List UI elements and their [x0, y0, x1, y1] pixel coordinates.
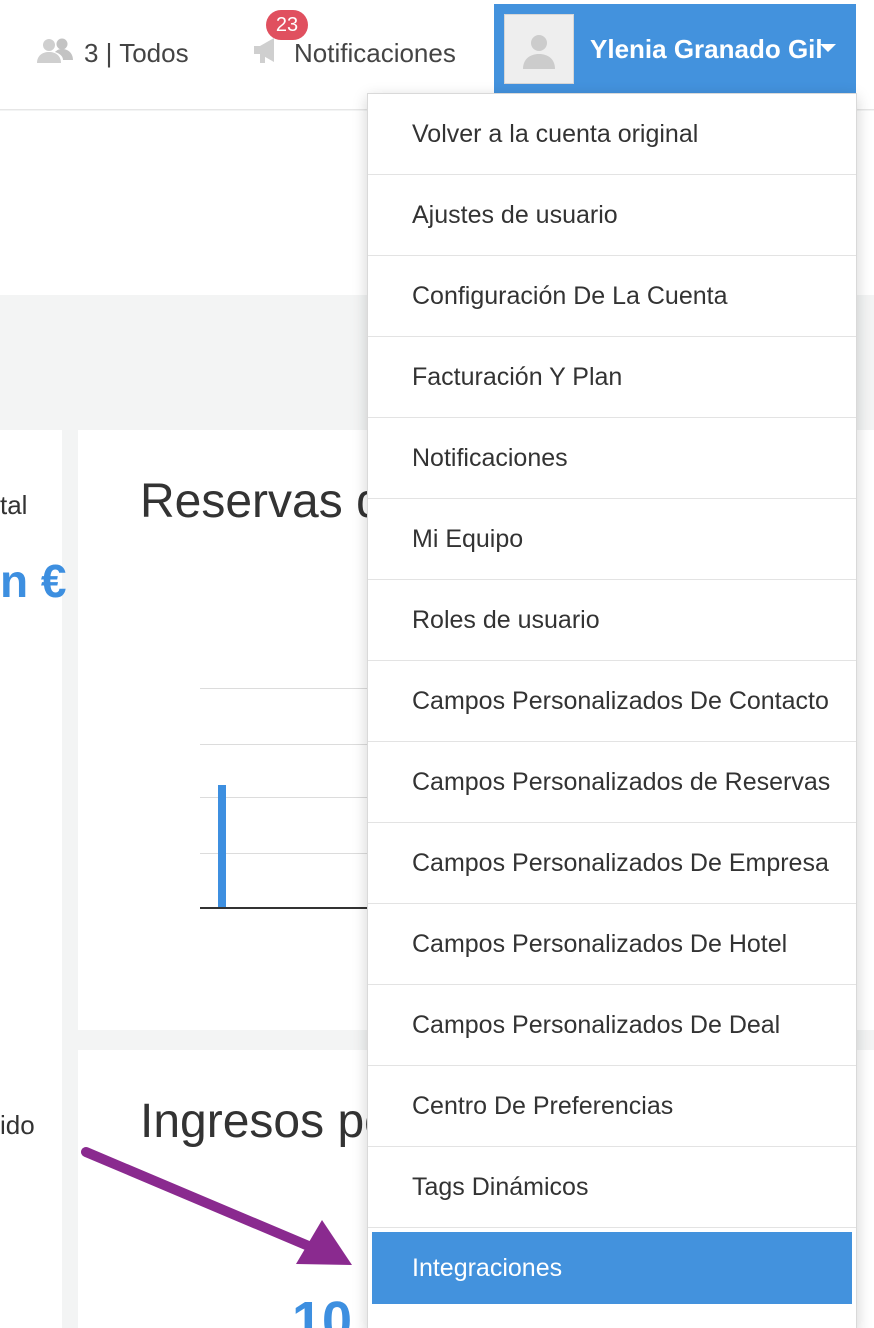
users-icon — [36, 36, 74, 71]
chart-bar — [218, 785, 226, 908]
menu-item-campos-personalizados-de-deal[interactable]: Campos Personalizados De Deal — [368, 985, 856, 1066]
menu-item-facturacion-y-plan[interactable]: Facturación Y Plan — [368, 337, 856, 418]
chart-x-axis — [200, 907, 370, 909]
megaphone-icon — [252, 36, 282, 71]
left-card-label: tal — [0, 490, 28, 520]
caret-down-icon — [820, 44, 836, 52]
user-menu-button[interactable]: Ylenia Granado Gil — [494, 4, 856, 94]
notifications-link[interactable]: Notificaciones — [252, 36, 456, 71]
menu-item-tags-dinamicos[interactable]: Tags Dinámicos — [368, 1147, 856, 1228]
menu-item-mi-equipo[interactable]: Mi Equipo — [368, 499, 856, 580]
menu-item-configuracion-de-la-cuenta[interactable]: Configuración De La Cuenta — [368, 256, 856, 337]
menu-item-ajustes-de-usuario[interactable]: Ajustes de usuario — [368, 175, 856, 256]
menu-item-campos-personalizados-de-empresa[interactable]: Campos Personalizados De Empresa — [368, 823, 856, 904]
menu-item-centro-de-preferencias[interactable]: Centro De Preferencias — [368, 1066, 856, 1147]
notifications-label: Notificaciones — [294, 37, 456, 68]
menu-item-notificaciones[interactable]: Notificaciones — [368, 418, 856, 499]
users-selector[interactable]: 3 | Todos — [36, 38, 189, 68]
chart-gridline — [200, 688, 370, 689]
revenue-card-value: 10 — [292, 1291, 353, 1328]
user-dropdown-menu: Volver a la cuenta original Ajustes de us… — [367, 93, 857, 1328]
bookings-card-title: Reservas d — [140, 475, 383, 528]
menu-item-integraciones[interactable]: Integraciones — [372, 1232, 852, 1304]
user-avatar-icon — [504, 14, 574, 84]
notifications-count-badge: 23 — [266, 10, 308, 40]
menu-item-campos-personalizados-de-hotel[interactable]: Campos Personalizados De Hotel — [368, 904, 856, 985]
left-card-value: n € — [0, 555, 67, 607]
chart-gridline — [200, 744, 370, 745]
users-label: 3 | Todos — [84, 37, 189, 68]
user-name: Ylenia Granado Gil — [590, 33, 823, 64]
menu-item-campos-personalizados-de-reservas[interactable]: Campos Personalizados de Reservas — [368, 742, 856, 823]
menu-item-campos-personalizados-de-contacto[interactable]: Campos Personalizados De Contacto — [368, 661, 856, 742]
annotation-arrow-icon — [81, 1147, 352, 1265]
menu-item-volver-a-la-cuenta-original[interactable]: Volver a la cuenta original — [368, 94, 856, 175]
menu-item-roles-de-usuario[interactable]: Roles de usuario — [368, 580, 856, 661]
